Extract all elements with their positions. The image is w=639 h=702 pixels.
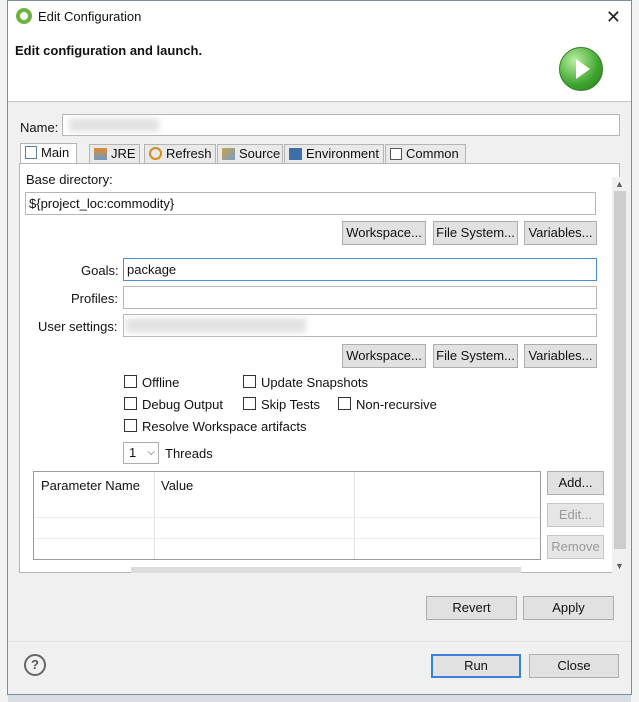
vertical-scrollbar[interactable]: ▲ ▼ <box>612 177 628 574</box>
base-directory-label: Base directory: <box>26 172 113 187</box>
revert-button[interactable]: Revert <box>426 596 517 620</box>
window-title: Edit Configuration <box>38 9 142 24</box>
tab-main-label: Main <box>41 145 70 160</box>
non-recursive-box[interactable] <box>338 397 351 410</box>
tab-environment-label: Environment <box>306 146 379 161</box>
variables-button-2[interactable]: Variables... <box>524 344 597 368</box>
tab-environment[interactable]: Environment <box>284 144 384 163</box>
edit-button[interactable]: Edit... <box>547 503 604 527</box>
non-recursive-checkbox[interactable]: Non-recursive <box>338 397 437 412</box>
help-icon[interactable]: ? <box>24 654 46 676</box>
resolve-workspace-label: Resolve Workspace artifacts <box>142 419 307 434</box>
redacted-name <box>69 118 159 132</box>
skip-tests-box[interactable] <box>243 397 256 410</box>
main-tab-icon <box>25 146 37 159</box>
column-divider <box>154 472 155 559</box>
user-settings-input[interactable] <box>123 314 597 337</box>
tab-jre[interactable]: JRE <box>89 144 140 163</box>
file-system-button[interactable]: File System... <box>433 221 518 245</box>
workspace-button[interactable]: Workspace... <box>342 221 426 245</box>
resolve-workspace-box[interactable] <box>124 419 137 432</box>
title-bar: Edit Configuration ✕ <box>8 1 631 33</box>
name-input[interactable] <box>62 114 620 136</box>
offline-label: Offline <box>142 375 180 390</box>
threads-value: 1 <box>129 445 137 460</box>
add-button[interactable]: Add... <box>547 471 604 495</box>
non-recursive-label: Non-recursive <box>356 397 437 412</box>
threads-label: Threads <box>165 446 213 461</box>
jre-icon <box>94 148 107 160</box>
goals-label: Goals: <box>81 263 119 278</box>
value-header[interactable]: Value <box>161 478 193 493</box>
file-system-button-2[interactable]: File System... <box>433 344 518 368</box>
tab-common-label: Common <box>406 146 459 161</box>
update-snapshots-label: Update Snapshots <box>261 375 368 390</box>
resolve-workspace-checkbox[interactable]: Resolve Workspace artifacts <box>124 419 307 434</box>
tab-source[interactable]: Source <box>217 144 283 163</box>
parameter-name-header[interactable]: Parameter Name <box>41 478 140 493</box>
scroll-thumb[interactable] <box>614 191 626 549</box>
name-label: Name: <box>20 120 59 135</box>
apply-button[interactable]: Apply <box>523 596 614 620</box>
footer-divider <box>8 641 631 642</box>
environment-icon <box>289 148 302 160</box>
goals-input[interactable]: package <box>123 258 597 281</box>
main-tab-panel: Base directory: ${project_loc:commodity}… <box>19 163 628 574</box>
background-window-right <box>631 0 639 702</box>
update-snapshots-checkbox[interactable]: Update Snapshots <box>243 375 368 390</box>
parameters-table: Parameter Name Value <box>33 471 541 560</box>
skip-tests-checkbox[interactable]: Skip Tests <box>243 397 320 412</box>
column-divider <box>354 472 355 559</box>
run-icon <box>559 47 603 91</box>
variables-button[interactable]: Variables... <box>524 221 597 245</box>
tab-refresh[interactable]: Refresh <box>144 144 216 163</box>
refresh-icon <box>149 147 162 160</box>
threads-select[interactable]: 1 ⌵ <box>123 442 159 464</box>
offline-checkbox[interactable]: Offline <box>124 375 179 390</box>
debug-output-checkbox[interactable]: Debug Output <box>124 397 223 412</box>
scroll-down-icon[interactable]: ▼ <box>615 561 624 571</box>
debug-output-box[interactable] <box>124 397 137 410</box>
spring-icon <box>16 8 32 24</box>
table-row <box>34 538 540 539</box>
clipped-row <box>131 567 521 573</box>
tab-common[interactable]: Common <box>385 144 466 163</box>
base-directory-input[interactable]: ${project_loc:commodity} <box>25 192 596 215</box>
source-icon <box>222 148 235 160</box>
user-settings-label: User settings: <box>38 319 118 334</box>
tab-jre-label: JRE <box>111 146 136 161</box>
update-snapshots-box[interactable] <box>243 375 256 388</box>
tab-main[interactable]: Main <box>20 143 77 164</box>
run-button[interactable]: Run <box>431 654 521 678</box>
workspace-button-2[interactable]: Workspace... <box>342 344 426 368</box>
tab-source-label: Source <box>239 146 281 161</box>
table-row <box>34 517 540 518</box>
common-icon <box>390 148 402 160</box>
close-button[interactable]: Close <box>529 654 619 678</box>
remove-button[interactable]: Remove <box>547 535 604 559</box>
debug-output-label: Debug Output <box>142 397 223 412</box>
skip-tests-label: Skip Tests <box>261 397 321 412</box>
close-icon[interactable]: ✕ <box>606 7 621 28</box>
profiles-input[interactable] <box>123 286 597 309</box>
redacted-user-settings <box>126 318 306 333</box>
edit-configuration-dialog: Edit Configuration ✕ Edit configuration … <box>7 0 632 695</box>
scroll-up-icon[interactable]: ▲ <box>615 179 624 189</box>
tab-refresh-label: Refresh <box>166 146 212 161</box>
header-message: Edit configuration and launch. <box>15 43 203 58</box>
offline-box[interactable] <box>124 375 137 388</box>
dialog-header: Edit configuration and launch. <box>8 33 631 102</box>
chevron-down-icon: ⌵ <box>147 447 155 458</box>
profiles-label: Profiles: <box>71 291 118 306</box>
